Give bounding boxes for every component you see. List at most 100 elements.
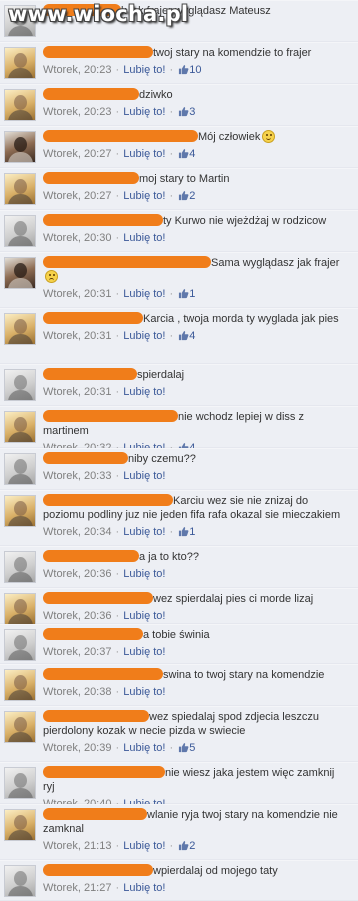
separator: · — [112, 190, 123, 202]
redacted-name — [43, 710, 149, 722]
avatar[interactable] — [4, 551, 36, 583]
thumbs-up-icon[interactable] — [178, 330, 189, 341]
avatar[interactable] — [4, 865, 36, 897]
like-count[interactable]: 4 — [189, 148, 195, 160]
thumbs-up-icon[interactable] — [178, 526, 189, 537]
avatar[interactable] — [4, 711, 36, 743]
comment-timestamp[interactable]: Wtorek, 20:36 — [43, 610, 111, 622]
like-link[interactable]: Lubię to! — [123, 190, 165, 202]
like-link[interactable]: Lubię to! — [123, 646, 165, 658]
avatar[interactable] — [4, 173, 36, 205]
comment-text: moj stary to Martin — [43, 172, 343, 186]
comment-body: a ja to kto?? Wtorek, 20:36 · Lubię to! — [43, 550, 343, 581]
thumbs-up-icon[interactable] — [178, 840, 189, 851]
like-link[interactable]: Lubię to! — [123, 106, 165, 118]
avatar[interactable] — [4, 629, 36, 661]
avatar[interactable] — [4, 257, 36, 289]
comment-timestamp[interactable]: Wtorek, 20:34 — [43, 526, 111, 538]
comment-timestamp[interactable]: Wtorek, 20:23 — [43, 106, 111, 118]
separator: · — [112, 288, 123, 300]
avatar[interactable] — [4, 215, 36, 247]
comment-body: dziwko Wtorek, 20:23 · Lubię to! · 3 — [43, 88, 343, 119]
like-link[interactable]: Lubię to! — [123, 330, 165, 342]
thumbs-up-icon[interactable] — [178, 64, 189, 75]
like-link[interactable]: Lubię to! — [123, 232, 165, 244]
like-link[interactable]: Lubię to! — [123, 64, 165, 76]
avatar[interactable] — [4, 809, 36, 841]
avatar[interactable] — [4, 47, 36, 79]
like-link[interactable]: Lubię to! — [123, 148, 165, 160]
comment-timestamp[interactable]: Wtorek, 20:31 — [43, 330, 111, 342]
comment-timestamp[interactable]: Wtorek, 20:31 — [43, 288, 111, 300]
like-count[interactable]: 3 — [189, 106, 195, 118]
like-link[interactable]: Lubię to! — [123, 840, 165, 852]
avatar[interactable] — [4, 411, 36, 443]
like-link[interactable]: Lubię to! — [123, 742, 165, 754]
separator: · — [166, 526, 177, 538]
thumbs-up-icon[interactable] — [178, 106, 189, 117]
like-count[interactable]: 10 — [189, 64, 201, 76]
comment-timestamp[interactable]: Wtorek, 20:31 — [43, 386, 111, 398]
comment-message: a ja to kto?? — [139, 551, 199, 563]
like-count[interactable]: 2 — [189, 840, 195, 852]
like-link[interactable]: Lubię to! — [123, 526, 165, 538]
comment-timestamp[interactable]: Wtorek, 20:39 — [43, 742, 111, 754]
avatar[interactable] — [4, 669, 36, 701]
redacted-name — [43, 494, 173, 506]
comment-timestamp[interactable]: Wtorek, 20:36 — [43, 568, 111, 580]
like-count[interactable]: 5 — [189, 742, 195, 754]
avatar[interactable] — [4, 131, 36, 163]
comment-meta: Wtorek, 20:27 · Lubię to! · 2 — [43, 189, 343, 203]
comment-item: a tobie świnia Wtorek, 20:37 · Lubię to! — [0, 624, 358, 664]
comment-timestamp[interactable]: Wtorek, 20:30 — [43, 232, 111, 244]
thumbs-up-icon[interactable] — [178, 190, 189, 201]
watermark-logo: www.wiocha.pl — [8, 2, 189, 26]
comment-item: nie wiesz jaka jestem więc zamknij ryjWt… — [0, 762, 358, 810]
comment-text: wez spiedalaj spod zdjecia leszczu pierd… — [43, 710, 343, 738]
like-link[interactable]: Lubię to! — [123, 686, 165, 698]
redacted-name — [43, 368, 137, 380]
comment-message: dziwko — [139, 89, 173, 101]
comment-text: wez spierdalaj pies ci morde lizaj — [43, 592, 343, 606]
comment-timestamp[interactable]: Wtorek, 20:27 — [43, 148, 111, 160]
separator: · — [112, 646, 123, 658]
like-count[interactable]: 4 — [189, 330, 195, 342]
avatar[interactable] — [4, 495, 36, 527]
avatar[interactable] — [4, 89, 36, 121]
like-count[interactable]: 1 — [189, 288, 195, 300]
comment-text: dziwko — [43, 88, 343, 102]
comment-timestamp[interactable]: Wtorek, 20:23 — [43, 64, 111, 76]
like-link[interactable]: Lubię to! — [123, 288, 165, 300]
separator: · — [112, 386, 123, 398]
avatar[interactable] — [4, 313, 36, 345]
comment-timestamp[interactable]: Wtorek, 20:38 — [43, 686, 111, 698]
like-link[interactable]: Lubię to! — [123, 568, 165, 580]
comment-meta: Wtorek, 20:30 · Lubię to! — [43, 231, 343, 245]
avatar[interactable] — [4, 767, 36, 799]
comment-timestamp[interactable]: Wtorek, 21:13 — [43, 840, 111, 852]
redacted-name — [43, 592, 153, 604]
separator: · — [112, 64, 123, 76]
comment-text: twoj stary na komendzie to frajer — [43, 46, 343, 60]
comment-timestamp[interactable]: Wtorek, 20:33 — [43, 470, 111, 482]
like-count[interactable]: 1 — [189, 526, 195, 538]
like-count[interactable]: 2 — [189, 190, 195, 202]
comment-timestamp[interactable]: Wtorek, 20:37 — [43, 646, 111, 658]
avatar[interactable] — [4, 453, 36, 485]
comment-meta: Wtorek, 20:31 · Lubię to! · 1 — [43, 287, 343, 301]
thumbs-up-icon[interactable] — [178, 742, 189, 753]
comment-timestamp[interactable]: Wtorek, 20:27 — [43, 190, 111, 202]
like-link[interactable]: Lubię to! — [123, 610, 165, 622]
like-link[interactable]: Lubię to! — [123, 470, 165, 482]
comment-body: Karciu wez sie nie znizaj do poziomu pod… — [43, 494, 343, 539]
comment-body: wlanie ryja twoj stary na komendzie nie … — [43, 808, 343, 853]
thumbs-up-icon[interactable] — [178, 288, 189, 299]
thumbs-up-icon[interactable] — [178, 148, 189, 159]
like-link[interactable]: Lubię to! — [123, 882, 165, 894]
avatar[interactable] — [4, 593, 36, 625]
comment-timestamp[interactable]: Wtorek, 21:27 — [43, 882, 111, 894]
avatar[interactable] — [4, 369, 36, 401]
separator: · — [112, 840, 123, 852]
like-link[interactable]: Lubię to! — [123, 386, 165, 398]
comment-item: Mój człowiek Wtorek, 20:27 · Lubię to! · … — [0, 126, 358, 168]
